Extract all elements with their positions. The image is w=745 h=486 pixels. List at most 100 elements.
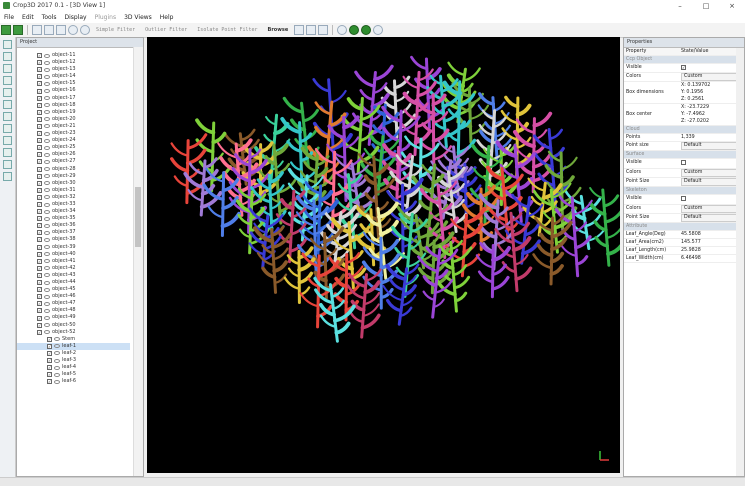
tree-item[interactable]: ✓ object-13 [17, 66, 130, 73]
visibility-checkbox[interactable]: ✓ [37, 116, 42, 122]
visibility-checkbox[interactable]: ✓ [47, 358, 52, 364]
tree-item[interactable]: ✓ object-34 [17, 208, 130, 215]
tree-item[interactable]: ✓ object-31 [17, 187, 130, 194]
tree-item[interactable]: ✓ object-45 [17, 286, 130, 293]
tree-item[interactable]: ✓ object-38 [17, 236, 130, 243]
tree-item[interactable]: ✓ object-49 [17, 314, 130, 321]
tree-item[interactable]: ✓ object-21 [17, 123, 130, 130]
visibility-checkbox[interactable]: ✓ [37, 209, 42, 215]
tree-item[interactable]: ✓ object-17 [17, 95, 130, 102]
visibility-checkbox[interactable]: ✓ [37, 138, 42, 144]
visibility-checkbox[interactable]: ✓ [37, 329, 42, 335]
visibility-checkbox[interactable]: ✓ [37, 280, 42, 286]
tree-item[interactable]: ✓ object-37 [17, 229, 130, 236]
visibility-checkbox[interactable]: ✓ [37, 230, 42, 236]
visibility-checkbox[interactable]: ✓ [47, 336, 52, 342]
tree-item[interactable]: ✓ object-43 [17, 272, 130, 279]
menu-tools[interactable]: Tools [38, 14, 61, 21]
tree-item[interactable]: ✓ object-12 [17, 59, 130, 66]
visibility-checkbox[interactable]: ✓ [47, 350, 52, 356]
project-scrollbar[interactable] [133, 47, 143, 476]
property-value[interactable]: Default [681, 178, 737, 186]
open-folder-icon[interactable] [1, 25, 11, 35]
tree-item[interactable]: ✓ leaf-5 [17, 371, 130, 378]
tree-item[interactable]: ✓ object-27 [17, 158, 130, 165]
ruler-icon[interactable] [306, 25, 317, 35]
property-value[interactable]: Custom [681, 205, 737, 213]
menu-edit[interactable]: Edit [18, 14, 38, 21]
visibility-checkbox[interactable]: ✓ [37, 81, 42, 87]
tree-item[interactable]: ✓ object-52 [17, 329, 130, 336]
point-mode-icon[interactable] [349, 25, 360, 35]
property-dropdown[interactable]: Default [681, 214, 737, 222]
layers-icon[interactable] [3, 148, 12, 157]
visibility-checkbox[interactable]: ✓ [37, 159, 42, 165]
visibility-checkbox[interactable]: ✓ [37, 180, 42, 186]
visibility-checkbox[interactable]: ✓ [37, 88, 42, 94]
tree-item[interactable]: ✓ object-41 [17, 258, 130, 265]
visibility-checkbox[interactable]: ✓ [37, 216, 42, 222]
visibility-checkbox[interactable]: ✓ [37, 67, 42, 73]
visibility-checkbox[interactable]: ✓ [37, 74, 42, 80]
property-value[interactable] [681, 195, 737, 204]
zoom-out-icon[interactable] [44, 25, 54, 35]
tree-item[interactable]: ✓ object-47 [17, 300, 130, 307]
property-dropdown[interactable]: Custom [681, 205, 737, 213]
visibility-checkbox[interactable]: ✓ [47, 379, 52, 385]
point-cloud-plants[interactable] [147, 37, 620, 473]
property-dropdown[interactable]: Custom [681, 169, 737, 177]
tree-item[interactable]: ✓ leaf-2 [17, 350, 130, 357]
surface-mode-icon[interactable] [361, 25, 372, 35]
visibility-checkbox[interactable]: ✓ [37, 237, 42, 243]
view-iso-icon[interactable] [3, 124, 12, 133]
visibility-checkbox[interactable]: ✓ [37, 301, 42, 307]
visibility-checkbox[interactable]: ✓ [37, 194, 42, 200]
isolate-point-filter-button[interactable]: Isolate Point Filter [197, 27, 257, 33]
save-icon[interactable] [13, 25, 23, 35]
visibility-checkbox[interactable]: ✓ [37, 202, 42, 208]
menu-file[interactable]: File [0, 14, 18, 21]
property-value[interactable]: Default [681, 214, 737, 222]
visibility-checkbox[interactable]: ✓ [37, 265, 42, 271]
add-icon[interactable] [68, 25, 78, 35]
outlier-filter-button[interactable]: Outlier Filter [145, 27, 187, 33]
visibility-checkbox[interactable]: ✓ [37, 258, 42, 264]
angle-icon[interactable] [318, 25, 329, 35]
remove-icon[interactable] [80, 25, 90, 35]
close-button[interactable]: × [719, 0, 745, 11]
visibility-checkbox[interactable]: ✓ [47, 343, 52, 349]
tree-item[interactable]: ✓ object-36 [17, 222, 130, 229]
visibility-checkbox[interactable]: ✓ [37, 251, 42, 257]
view-top-icon[interactable] [3, 64, 12, 73]
visibility-checkbox[interactable]: ✓ [37, 102, 42, 108]
minimize-button[interactable]: – [667, 0, 693, 11]
confirm-icon[interactable] [373, 25, 384, 35]
tree-item[interactable]: ✓ object-20 [17, 116, 130, 123]
visibility-checkbox[interactable]: ✓ [37, 315, 42, 321]
tree-item[interactable]: ✓ object-15 [17, 80, 130, 87]
tree-item[interactable]: ✓ leaf-6 [17, 378, 130, 385]
visibility-checkbox[interactable]: ✓ [37, 287, 42, 293]
visibility-checkbox[interactable]: ✓ [37, 60, 42, 66]
tree-item[interactable]: ✓ object-24 [17, 137, 130, 144]
tree-item[interactable]: ✓ Stem [17, 336, 130, 343]
property-value[interactable] [681, 159, 737, 168]
visibility-checkbox[interactable]: ✓ [37, 187, 42, 193]
zoom-out-icon[interactable] [3, 172, 12, 181]
tree-item[interactable]: ✓ object-44 [17, 279, 130, 286]
tree-item[interactable]: ✓ object-30 [17, 180, 130, 187]
tree-item[interactable]: ✓ object-39 [17, 244, 130, 251]
tree-item[interactable]: ✓ leaf-4 [17, 364, 130, 371]
menu-display[interactable]: Display [60, 14, 90, 21]
menu-3d-views[interactable]: 3D Views [120, 14, 156, 21]
tree-item[interactable]: ✓ object-32 [17, 194, 130, 201]
tree-item[interactable]: ✓ object-42 [17, 265, 130, 272]
grid-icon[interactable] [294, 25, 305, 35]
tree-item[interactable]: ✓ object-26 [17, 151, 130, 158]
property-value[interactable]: ✓ [681, 64, 737, 72]
visibility-checkbox[interactable]: ✓ [37, 123, 42, 129]
visibility-checkbox[interactable]: ✓ [37, 166, 42, 172]
tree-item[interactable]: ✓ object-46 [17, 293, 130, 300]
visibility-checkbox[interactable]: ✓ [47, 365, 52, 371]
visibility-checkbox[interactable]: ✓ [37, 223, 42, 229]
